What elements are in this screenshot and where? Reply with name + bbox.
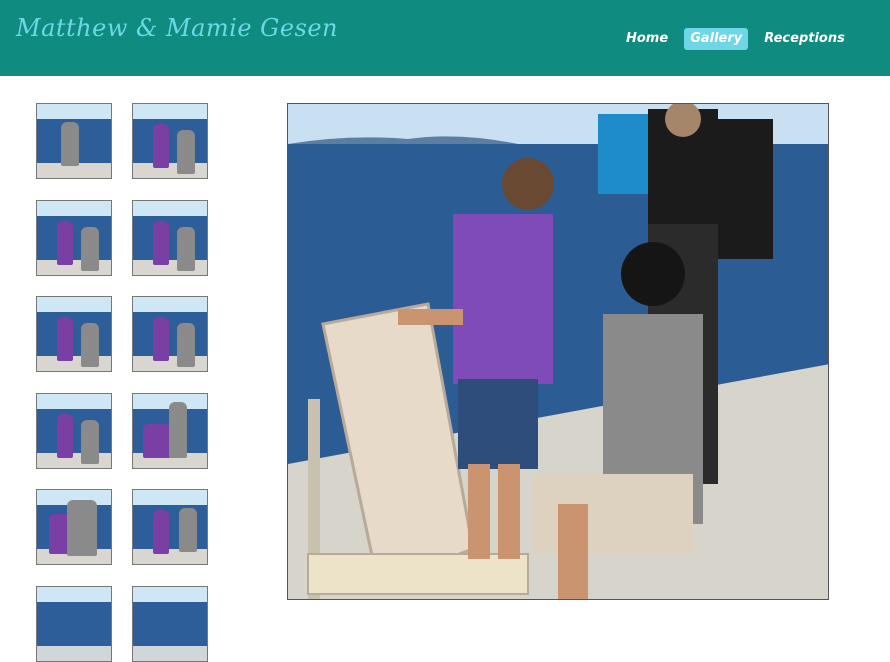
gallery-thumbnail[interactable]: [36, 200, 112, 276]
main-nav: Home Gallery Receptions: [620, 28, 851, 50]
nav-gallery[interactable]: Gallery: [684, 28, 749, 50]
proposal-photo-illustration: [288, 104, 828, 599]
site-title[interactable]: Matthew & Mamie Gesen: [16, 14, 338, 42]
nav-home[interactable]: Home: [620, 28, 674, 50]
main-photo[interactable]: [287, 103, 829, 600]
gallery-thumbnail[interactable]: [132, 103, 208, 179]
gallery-thumbnail[interactable]: [36, 586, 112, 662]
nav-receptions[interactable]: Receptions: [758, 28, 851, 50]
gallery-thumbnail[interactable]: [132, 586, 208, 662]
gallery-thumbnail[interactable]: [36, 103, 112, 179]
gallery-thumbnail[interactable]: [132, 489, 208, 565]
site-header: Matthew & Mamie Gesen Home Gallery Recep…: [0, 0, 890, 76]
gallery-thumbnail[interactable]: [132, 200, 208, 276]
gallery-thumbnail[interactable]: [36, 296, 112, 372]
gallery-thumbnail[interactable]: [132, 296, 208, 372]
gallery-thumbnail[interactable]: [132, 393, 208, 469]
gallery-thumbnail[interactable]: [36, 489, 112, 565]
gallery-thumbnail[interactable]: [36, 393, 112, 469]
